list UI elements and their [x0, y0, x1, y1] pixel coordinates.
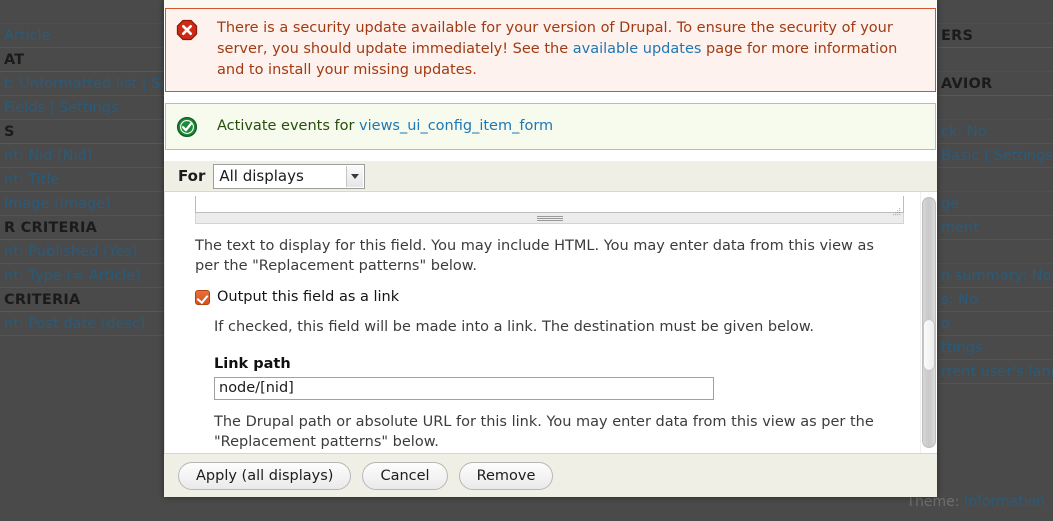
background-row: [0, 0, 164, 24]
error-message-text: There is a security update available for…: [198, 18, 925, 81]
background-right-column: ERS AVIOR ck: No Basic | Settings ge ment …: [937, 0, 1053, 521]
apply-all-displays-button[interactable]: Apply (all displays): [178, 461, 352, 490]
background-row[interactable]: ment: [937, 216, 1053, 240]
background-row[interactable]: s: No: [937, 288, 1053, 312]
background-row[interactable]: o: [937, 312, 1053, 336]
check-circle-icon: [176, 116, 198, 138]
output-as-link-label[interactable]: Output this field as a link: [217, 289, 399, 305]
text-field-description: The text to display for this field. You …: [195, 238, 874, 274]
error-octagon-icon: [176, 19, 198, 41]
background-row: AT: [0, 48, 164, 72]
output-as-link-checkbox[interactable]: [195, 289, 210, 305]
background-row[interactable]: nt: Post date (desc): [0, 312, 164, 336]
views-ui-modal-dialog: There is a security update available for…: [164, 0, 937, 497]
background-row[interactable]: Article: [0, 24, 164, 48]
textarea-resize-handle[interactable]: [195, 213, 904, 224]
link-path-description: The Drupal path or absolute URL for this…: [214, 414, 874, 450]
background-row[interactable]: ttings: [937, 336, 1053, 360]
modal-body-scrollbar[interactable]: [920, 192, 937, 453]
background-row[interactable]: Image (Image): [0, 192, 164, 216]
background-row[interactable]: Fields | Settings: [0, 96, 164, 120]
background-row[interactable]: rrent user's languag: [937, 360, 1053, 384]
background-row: [937, 48, 1053, 72]
error-message: There is a security update available for…: [165, 8, 936, 92]
status-message: Activate events for views_ui_config_item…: [165, 103, 936, 150]
display-selector-dropdown[interactable]: All displays: [213, 163, 366, 189]
remove-button[interactable]: Remove: [458, 461, 554, 490]
status-text-part-1: Activate events for: [217, 118, 360, 134]
modal-body: The text to display for this field. You …: [164, 192, 937, 453]
grip-lines-icon: [536, 215, 563, 221]
display-selector-value: All displays: [219, 167, 304, 185]
background-row: AVIOR: [937, 72, 1053, 96]
background-row[interactable]: ge: [937, 192, 1053, 216]
background-row[interactable]: nt: Published (Yes): [0, 240, 164, 264]
output-as-link-description: If checked, this field will be made into…: [214, 319, 815, 335]
background-row: CRITERIA: [0, 288, 164, 312]
background-row[interactable]: t: Unformatted list | Settin: [0, 72, 164, 96]
background-row[interactable]: nt: Type (= Article): [0, 264, 164, 288]
cancel-button[interactable]: Cancel: [362, 461, 448, 490]
theme-link[interactable]: Information: [964, 494, 1045, 510]
link-path-input[interactable]: node/[nid]: [214, 377, 714, 400]
modal-top-strip: [164, 0, 937, 8]
background-row: ERS: [937, 24, 1053, 48]
status-message-text: Activate events for views_ui_config_item…: [198, 116, 553, 137]
background-row[interactable]: nt: Nid (Nid): [0, 144, 164, 168]
views-ui-config-item-form-link[interactable]: views_ui_config_item_form: [359, 118, 553, 134]
modal-footer: Apply (all displays) Cancel Remove: [164, 453, 937, 497]
output-as-link-row[interactable]: Output this field as a link: [195, 289, 904, 305]
background-row[interactable]: nt: Title: [0, 168, 164, 192]
background-left-column: ArticleATt: Unformatted list | SettinFie…: [0, 0, 164, 521]
background-row: [937, 96, 1053, 120]
display-selector-label: For: [178, 167, 206, 185]
background-row: R CRITERIA: [0, 216, 164, 240]
background-row: [937, 168, 1053, 192]
link-path-label: Link path: [214, 356, 291, 372]
resize-grip-icon[interactable]: [892, 201, 901, 216]
available-updates-link[interactable]: available updates: [573, 41, 702, 57]
background-row[interactable]: ck: No: [937, 120, 1053, 144]
chevron-down-icon[interactable]: [346, 165, 364, 187]
scrollbar-thumb[interactable]: [923, 319, 935, 371]
background-row: S: [0, 120, 164, 144]
background-row[interactable]: Basic | Settings: [937, 144, 1053, 168]
background-row: [937, 240, 1053, 264]
text-field-textarea[interactable]: [195, 196, 904, 216]
display-selector-bar: For All displays: [164, 150, 937, 192]
background-row[interactable]: n summary: No: [937, 264, 1053, 288]
background-row: [937, 0, 1053, 24]
